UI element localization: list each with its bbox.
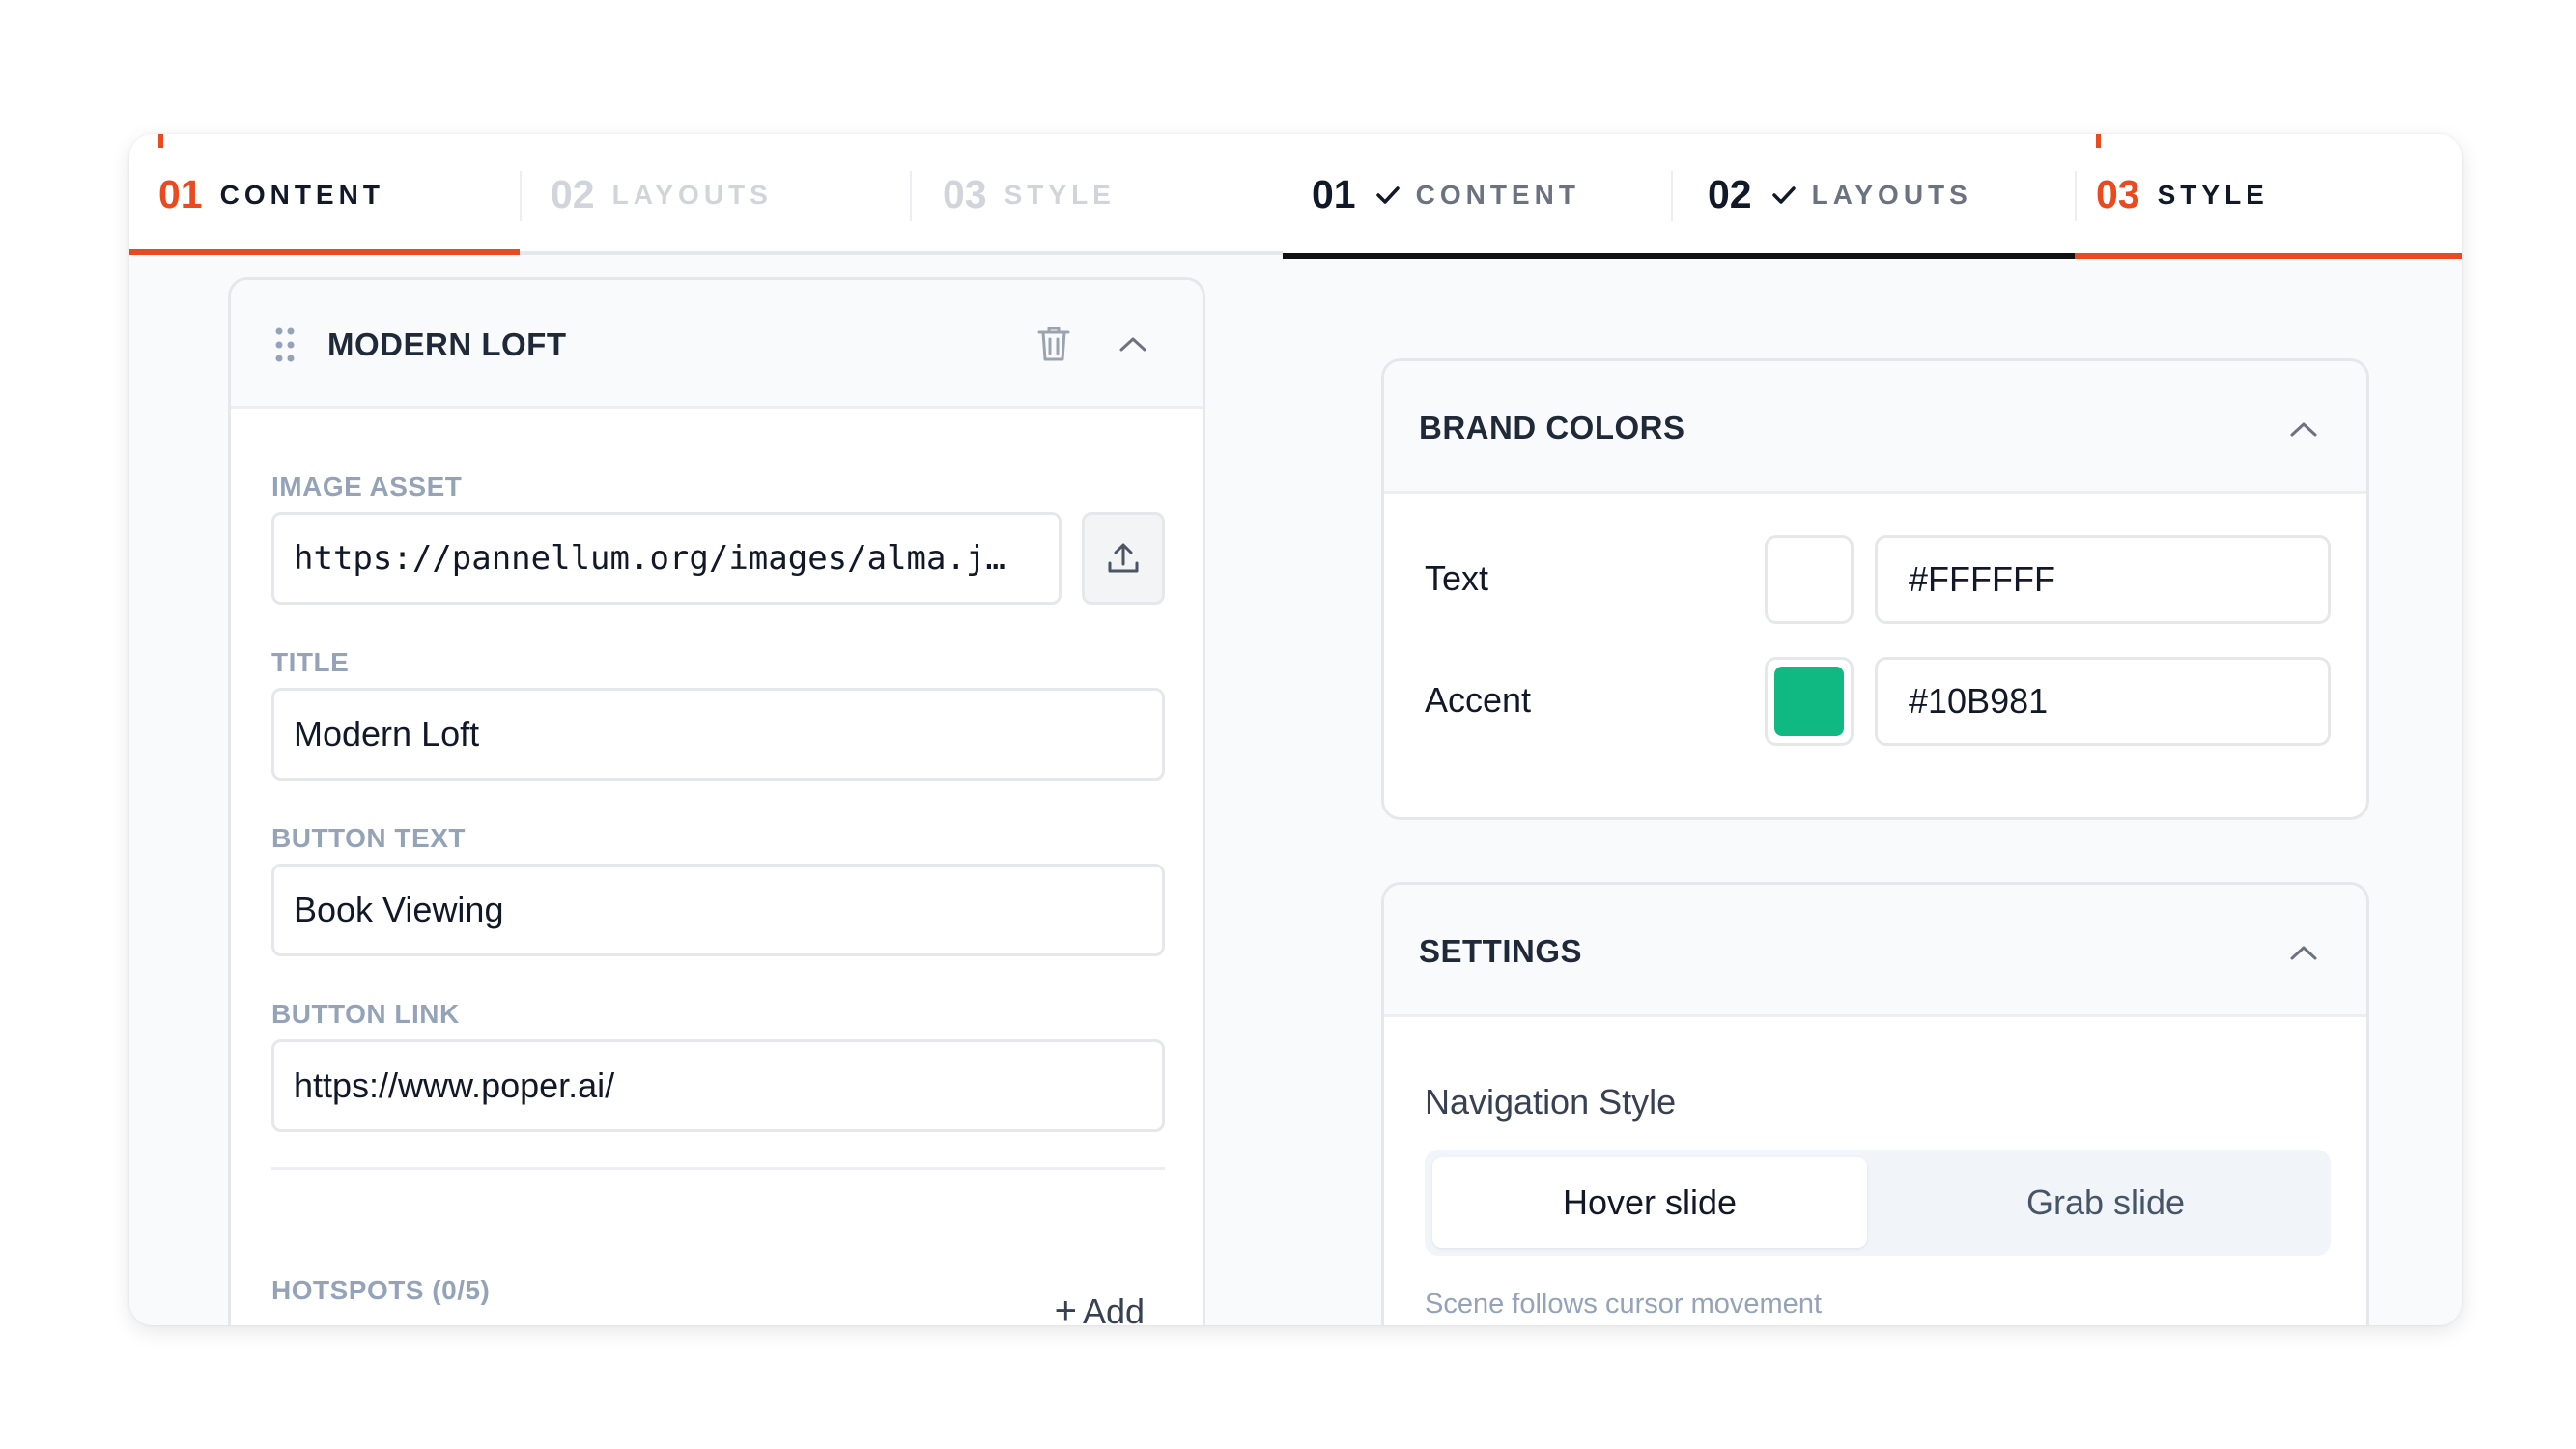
chevron-up-icon <box>2290 946 2317 960</box>
style-editor-pane: 01 CONTENT 02 LAYOUTS 03 STYLE BRAND COL… <box>1283 134 2462 1325</box>
upload-button[interactable] <box>1082 512 1165 605</box>
accent-color-label: Accent <box>1425 680 1532 720</box>
tab-style-underline <box>2075 253 2462 259</box>
tab-number: 01 <box>158 172 203 216</box>
slide-item-header[interactable]: MODERN LOFT <box>231 280 1203 409</box>
delete-button[interactable] <box>1033 323 1075 365</box>
brand-colors-title: BRAND COLORS <box>1419 410 1685 445</box>
tab-label: LAYOUTS <box>1811 179 1972 210</box>
image-asset-input[interactable]: https://pannellum.org/images/alma.j… <box>271 512 1062 605</box>
tab-label: CONTENT <box>219 179 384 210</box>
check-icon <box>1771 185 1796 204</box>
button-text-input[interactable]: Book Viewing <box>271 864 1165 956</box>
navigation-style-label: Navigation Style <box>1425 1082 1677 1122</box>
accent-color-swatch[interactable] <box>1765 657 1854 746</box>
content-editor-pane: 01 CONTENT 02 LAYOUTS 03 STYLE MODERN LO… <box>129 134 1283 1325</box>
settings-section: SETTINGS Navigation Style Hover slide Gr… <box>1381 882 2369 1325</box>
text-color-input[interactable]: #FFFFFF <box>1875 535 2331 624</box>
tab-label: STYLE <box>1004 179 1116 210</box>
accent-color-preview <box>1774 667 1844 736</box>
chevron-up-icon <box>1119 337 1146 352</box>
add-hotspot-label: Add <box>1082 1291 1145 1326</box>
title-label: TITLE <box>271 647 350 677</box>
hover-slide-option[interactable]: Hover slide <box>1432 1157 1867 1248</box>
completed-tabs-underline <box>1283 253 2075 259</box>
chevron-up-icon <box>2290 422 2317 437</box>
settings-collapse-button[interactable] <box>2282 931 2325 974</box>
image-asset-label: IMAGE ASSET <box>271 471 463 501</box>
button-text-label: BUTTON TEXT <box>271 823 466 853</box>
title-input[interactable]: Modern Loft <box>271 688 1165 781</box>
grab-slide-option[interactable]: Grab slide <box>1888 1157 2323 1248</box>
tab-number: 01 <box>1312 172 1356 216</box>
text-color-preview <box>1774 545 1844 614</box>
drag-handle-icon[interactable] <box>273 327 297 363</box>
tab-style[interactable]: 03 STYLE <box>2096 134 2269 255</box>
editor-card: 01 CONTENT 02 LAYOUTS 03 STYLE MODERN LO… <box>129 134 2462 1325</box>
tab-separator <box>910 171 912 221</box>
tab-label: STYLE <box>2157 179 2269 210</box>
tab-content[interactable]: 01 CONTENT <box>158 134 384 255</box>
navigation-style-hint: Scene follows cursor movement <box>1425 1289 1822 1320</box>
button-link-input[interactable]: https://www.poper.ai/ <box>271 1039 1165 1132</box>
plus-icon: + <box>1054 1290 1077 1325</box>
text-color-label: Text <box>1425 558 1489 598</box>
settings-title: SETTINGS <box>1419 933 1583 969</box>
tab-layouts[interactable]: 02 LAYOUTS <box>551 134 773 255</box>
tab-content[interactable]: 01 CONTENT <box>1312 134 1580 255</box>
tab-number: 03 <box>943 172 987 216</box>
accent-color-input[interactable]: #10B981 <box>1875 657 2331 746</box>
tab-number: 03 <box>2096 172 2140 216</box>
tab-number: 02 <box>1708 172 1752 216</box>
add-hotspot-button[interactable]: + Add <box>1055 1290 1145 1325</box>
tab-label: CONTENT <box>1415 179 1580 210</box>
tab-separator <box>2075 171 2077 221</box>
right-tab-bar: 01 CONTENT 02 LAYOUTS 03 STYLE <box>1283 134 2462 259</box>
brand-colors-header[interactable]: BRAND COLORS <box>1384 361 2366 494</box>
upload-icon <box>1108 543 1139 573</box>
tab-content-underline <box>129 249 520 255</box>
tab-style[interactable]: 03 STYLE <box>943 134 1116 255</box>
left-tab-bar: 01 CONTENT 02 LAYOUTS 03 STYLE <box>129 134 1283 255</box>
hotspots-label: HOTSPOTS (0/5) <box>271 1275 491 1305</box>
tab-label: LAYOUTS <box>611 179 773 210</box>
trash-icon <box>1037 327 1070 361</box>
button-link-label: BUTTON LINK <box>271 999 460 1029</box>
tab-layouts[interactable]: 02 LAYOUTS <box>1708 134 1972 255</box>
settings-header[interactable]: SETTINGS <box>1384 885 2366 1017</box>
slide-item-panel: MODERN LOFT IMAGE ASSET https://pannellu… <box>228 277 1205 1325</box>
tab-number: 02 <box>551 172 595 216</box>
brand-colors-section: BRAND COLORS Text #FFFFFF Accent #10B981 <box>1381 358 2369 820</box>
tab-separator <box>1671 171 1673 221</box>
collapse-button[interactable] <box>1112 323 1154 365</box>
text-color-swatch[interactable] <box>1765 535 1854 624</box>
check-icon <box>1375 185 1400 204</box>
brand-colors-collapse-button[interactable] <box>2282 408 2325 450</box>
navigation-style-toggle: Hover slide Grab slide <box>1425 1150 2331 1256</box>
slide-item-title: MODERN LOFT <box>327 327 567 362</box>
tab-separator <box>520 171 522 221</box>
section-divider <box>271 1167 1165 1170</box>
